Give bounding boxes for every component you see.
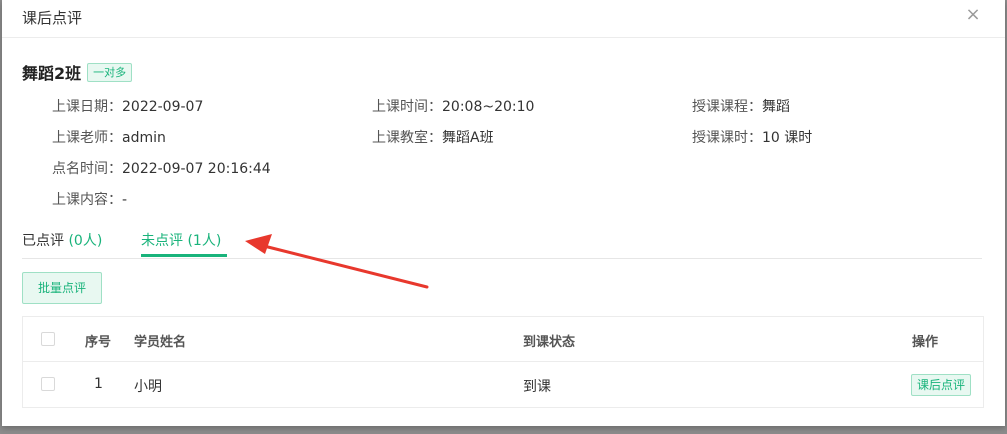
tab-reviewed-label: 已点评 — [22, 233, 64, 249]
class-hours-value: 10 课时 — [762, 130, 813, 146]
table-header: 序号 学员姓名 到课状态 操作 — [23, 317, 983, 362]
rollcall-time-value: 2022-09-07 20:16:44 — [122, 161, 271, 177]
class-header: 舞蹈2班 一对多 — [22, 60, 133, 84]
tab-unreviewed-label: 未点评 — [141, 233, 183, 249]
class-content: 上课内容：- — [52, 189, 127, 209]
class-room-value: 舞蹈A班 — [442, 130, 494, 146]
after-class-comment-button[interactable]: 课后点评 — [911, 374, 972, 396]
close-icon[interactable]: × — [963, 5, 983, 25]
class-date: 上课日期：2022-09-07 — [52, 96, 203, 116]
row-checkbox[interactable] — [41, 377, 55, 391]
review-tabs: 已点评 (0人) 未点评 (1人) — [22, 226, 982, 259]
class-time: 上课时间：20:08~20:10 — [372, 96, 534, 116]
header-action: 操作 — [912, 335, 939, 350]
student-table: 序号 学员姓名 到课状态 操作 1 小明 到课 课后点评 — [22, 316, 984, 408]
class-teacher: 上课老师：admin — [52, 127, 166, 147]
batch-review-button[interactable]: 批量点评 — [22, 272, 102, 304]
class-time-value: 20:08~20:10 — [442, 99, 535, 115]
active-tab-indicator — [141, 254, 227, 257]
tab-unreviewed-count: (1人) — [187, 233, 222, 249]
row-attendance-status: 到课 — [523, 379, 551, 395]
class-course: 授课课程：舞蹈 — [692, 96, 790, 116]
header-name: 学员姓名 — [134, 335, 187, 350]
class-room: 上课教室：舞蹈A班 — [372, 127, 494, 147]
class-time-label: 上课时间： — [372, 99, 442, 115]
select-all-checkbox[interactable] — [41, 332, 55, 346]
tab-unreviewed[interactable]: 未点评 (1人) — [141, 230, 221, 250]
tab-reviewed-count: (0人) — [68, 233, 103, 249]
modal-header: 课后点评 × — [2, 0, 1005, 38]
class-date-label: 上课日期： — [52, 99, 122, 115]
class-room-label: 上课教室： — [372, 130, 442, 146]
class-teacher-label: 上课老师： — [52, 130, 122, 146]
class-type-badge: 一对多 — [87, 62, 133, 82]
class-name: 舞蹈2班 — [22, 64, 82, 83]
comment-modal: 课后点评 × 舞蹈2班 一对多 上课日期：2022-09-07 上课时间：20:… — [2, 0, 1005, 426]
class-course-label: 授课课程： — [692, 99, 762, 115]
class-content-value: - — [122, 192, 128, 208]
tab-reviewed[interactable]: 已点评 (0人) — [22, 230, 102, 250]
class-content-label: 上课内容： — [52, 192, 122, 208]
class-hours: 授课课时：10 课时 — [692, 127, 812, 147]
table-row: 1 小明 到课 课后点评 — [23, 362, 983, 406]
rollcall-time: 点名时间：2022-09-07 20:16:44 — [52, 158, 271, 178]
class-hours-label: 授课课时： — [692, 130, 762, 146]
class-date-value: 2022-09-07 — [122, 99, 204, 115]
header-status: 到课状态 — [523, 335, 576, 350]
row-index: 1 — [94, 376, 103, 392]
class-course-value: 舞蹈 — [762, 99, 790, 115]
class-teacher-value: admin — [122, 130, 166, 146]
modal-title: 课后点评 — [22, 9, 83, 27]
rollcall-time-label: 点名时间： — [52, 161, 122, 177]
header-index: 序号 — [85, 335, 112, 350]
row-student-name: 小明 — [134, 379, 162, 395]
